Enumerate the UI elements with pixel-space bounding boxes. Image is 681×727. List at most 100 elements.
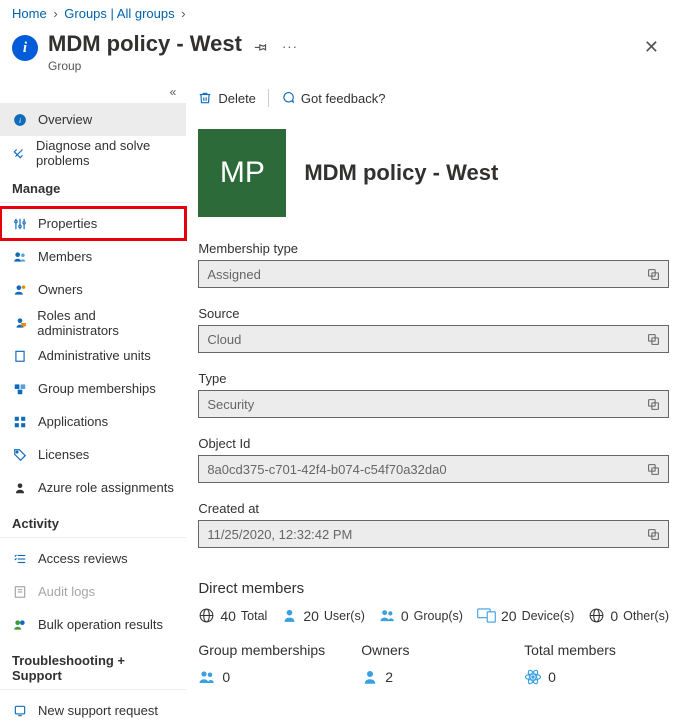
sidebar-item-overview[interactable]: i Overview [0, 103, 186, 136]
page-header: i MDM policy - West Group ··· ✕ [0, 27, 681, 81]
sidebar-item-label: Owners [38, 282, 83, 297]
feedback-button[interactable]: Got feedback? [281, 91, 386, 106]
sidebar-item-audit-logs: Audit logs [0, 575, 186, 608]
direct-members-title: Direct members [198, 580, 669, 597]
field-value: 11/25/2020, 12:32:42 PM [207, 527, 352, 542]
person-icon [361, 668, 379, 686]
sidebar-item-label: Licenses [38, 447, 89, 462]
more-icon[interactable]: ··· [282, 39, 298, 54]
col-owners: Owners 2 [361, 642, 506, 686]
chevron-right-icon: › [53, 6, 57, 21]
direct-members-stats: 40 Total 20 User(s) 0 Group(s) 20 Device… [194, 607, 673, 624]
stat-label: Device(s) [522, 609, 575, 623]
copy-icon[interactable] [647, 268, 660, 281]
copy-icon[interactable] [647, 463, 660, 476]
group-title: MDM policy - West [304, 160, 498, 186]
sidebar-item-admin-units[interactable]: Administrative units [0, 339, 186, 372]
sidebar-item-bulk-results[interactable]: Bulk operation results [0, 608, 186, 641]
col-value: 0 [222, 669, 230, 685]
groups-icon [12, 382, 28, 396]
col-title: Total members [524, 642, 669, 658]
field-value-box[interactable]: 8a0cd375-c701-42f4-b074-c54f70a32da0 [198, 455, 669, 483]
field-object-id: Object Id 8a0cd375-c701-42f4-b074-c54f70… [194, 430, 673, 495]
sidebar-item-label: Group memberships [38, 381, 156, 396]
pin-icon[interactable] [254, 40, 268, 54]
sidebar-item-label: Properties [38, 216, 97, 231]
sidebar-item-label: Applications [38, 414, 108, 429]
sidebar-item-label: Access reviews [38, 551, 128, 566]
field-label: Source [198, 306, 669, 321]
building-icon [12, 349, 28, 363]
sidebar-item-azure-roles[interactable]: Azure role assignments [0, 471, 186, 504]
sidebar-item-applications[interactable]: Applications [0, 405, 186, 438]
field-value-box[interactable]: Assigned [198, 260, 669, 288]
group-hero: MP MDM policy - West [194, 115, 673, 235]
page-title: MDM policy - West [48, 31, 242, 57]
close-icon[interactable]: ✕ [634, 31, 669, 64]
copy-icon[interactable] [647, 333, 660, 346]
breadcrumb-groups[interactable]: Groups | All groups [64, 6, 174, 21]
person-icon [12, 481, 28, 495]
delete-button[interactable]: Delete [198, 91, 256, 106]
feedback-label: Got feedback? [301, 91, 386, 106]
copy-icon[interactable] [647, 398, 660, 411]
apps-icon [12, 415, 28, 429]
people-icon [379, 607, 396, 624]
field-value-box[interactable]: Security [198, 390, 669, 418]
sidebar-item-members[interactable]: Members [0, 240, 186, 273]
field-membership-type: Membership type Assigned [194, 235, 673, 300]
stat-number: 20 [501, 608, 517, 624]
sidebar-item-group-memberships[interactable]: Group memberships [0, 372, 186, 405]
field-created-at: Created at 11/25/2020, 12:32:42 PM [194, 495, 673, 560]
stat-number: 40 [220, 608, 236, 624]
sidebar-item-label: Administrative units [38, 348, 151, 363]
field-source: Source Cloud [194, 300, 673, 365]
copy-icon[interactable] [647, 528, 660, 541]
globe-icon [198, 607, 215, 624]
sidebar-section-manage: Manage [0, 169, 186, 203]
stat-label: User(s) [324, 609, 365, 623]
info-icon: i [12, 113, 28, 127]
sidebar-item-roles[interactable]: Roles and administrators [0, 306, 186, 339]
col-group-memberships: Group memberships 0 [198, 642, 343, 686]
stat-devices: 20 Device(s) [477, 607, 574, 624]
wrench-icon [12, 146, 26, 160]
field-value: Assigned [207, 267, 260, 282]
bulk-icon [12, 618, 28, 632]
stat-number: 0 [401, 608, 409, 624]
owner-icon [12, 283, 28, 297]
field-value: Cloud [207, 332, 241, 347]
sidebar-item-label: Overview [38, 112, 92, 127]
page-subtitle: Group [48, 59, 242, 73]
col-title: Group memberships [198, 642, 343, 658]
info-icon: i [12, 35, 38, 61]
sidebar-item-support-request[interactable]: New support request [0, 694, 186, 727]
people-icon [12, 250, 28, 264]
sidebar-section-support: Troubleshooting + Support [0, 641, 186, 690]
sidebar-item-diagnose[interactable]: Diagnose and solve problems [0, 136, 186, 169]
breadcrumb-home[interactable]: Home [12, 6, 47, 21]
stat-number: 20 [303, 608, 319, 624]
breadcrumb: Home › Groups | All groups › [0, 0, 681, 27]
field-value-box[interactable]: 11/25/2020, 12:32:42 PM [198, 520, 669, 548]
sidebar-item-licenses[interactable]: Licenses [0, 438, 186, 471]
sidebar-item-owners[interactable]: Owners [0, 273, 186, 306]
field-type: Type Security [194, 365, 673, 430]
stat-users: 20 User(s) [281, 607, 365, 624]
stat-number: 0 [610, 608, 618, 624]
sidebar-item-access-reviews[interactable]: Access reviews [0, 542, 186, 575]
field-label: Membership type [198, 241, 669, 256]
main-content: Delete Got feedback? MP MDM policy - Wes… [186, 81, 681, 727]
sidebar-item-label: Azure role assignments [38, 480, 174, 495]
sidebar-item-label: Diagnose and solve problems [36, 138, 174, 168]
sidebar-item-properties[interactable]: Properties [0, 207, 186, 240]
devices-icon [477, 607, 496, 624]
sliders-icon [12, 217, 28, 231]
chevron-right-icon: › [181, 6, 185, 21]
stat-total: 40 Total [198, 607, 267, 624]
collapse-sidebar[interactable]: « [0, 85, 186, 103]
stat-others: 0 Other(s) [588, 607, 669, 624]
toolbar-divider [268, 89, 269, 107]
sidebar-item-label: New support request [38, 703, 158, 718]
field-value-box[interactable]: Cloud [198, 325, 669, 353]
